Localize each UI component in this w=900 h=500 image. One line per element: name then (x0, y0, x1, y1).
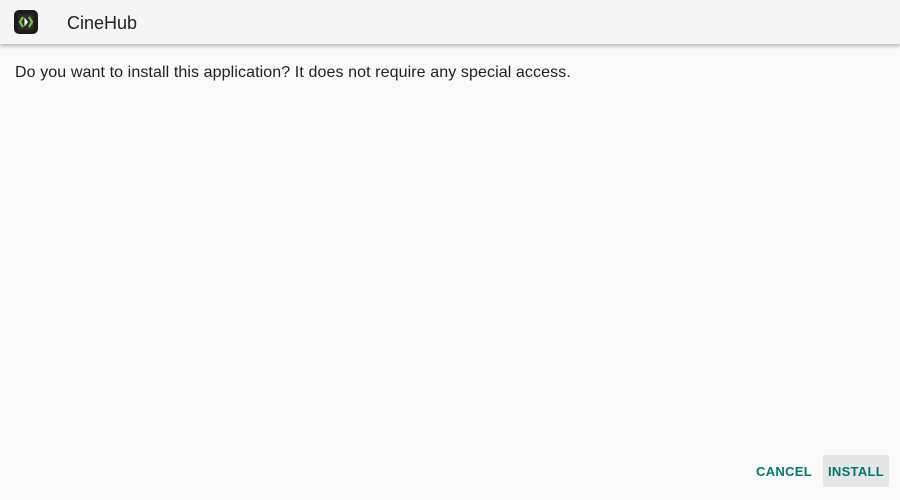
dialog-actions: CANCEL INSTALL (751, 455, 889, 487)
cinehub-app-icon (14, 10, 38, 34)
cancel-button[interactable]: CANCEL (751, 455, 817, 487)
install-screen: CineHub Do you want to install this appl… (0, 0, 900, 500)
install-button[interactable]: INSTALL (823, 455, 889, 487)
app-title: CineHub (67, 13, 138, 33)
install-message: Do you want to install this application?… (15, 64, 571, 81)
app-header: CineHub (0, 0, 900, 44)
app-logo-icon (18, 14, 34, 30)
